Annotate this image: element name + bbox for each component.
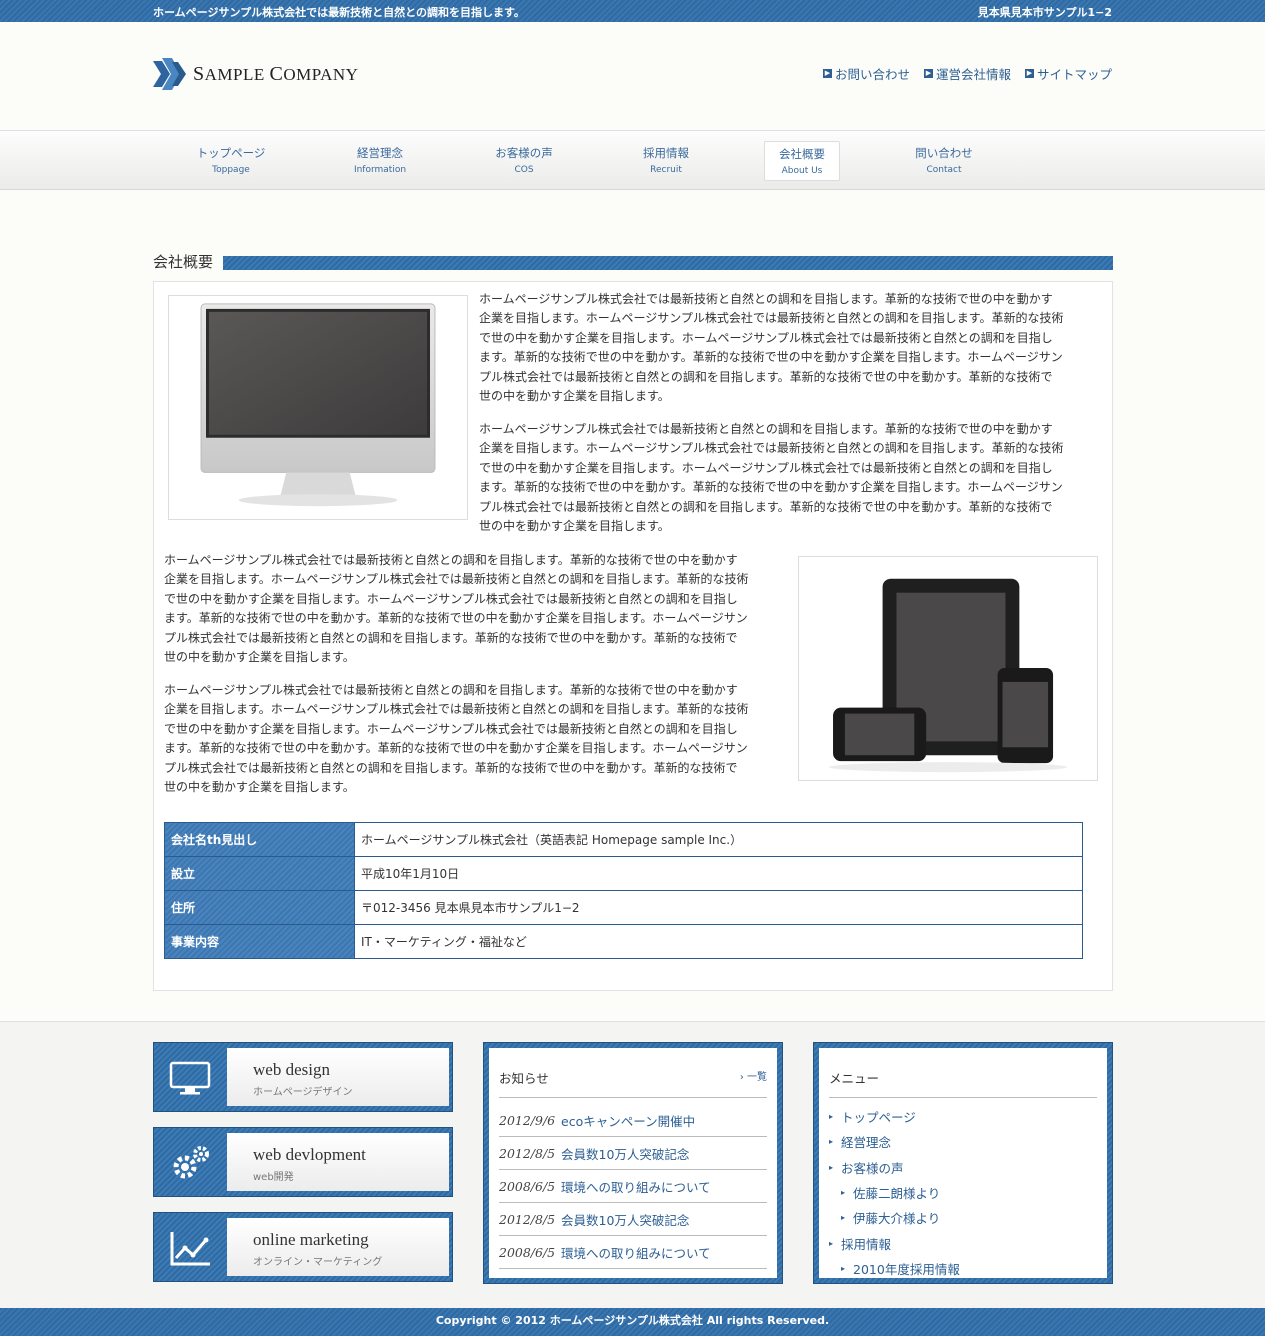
banner-web-design[interactable]: web design ホームページデザイン xyxy=(153,1042,453,1112)
news-panel-inner: お知らせ › 一覧 2012/9/6 ecoキャンペーン開催中 2012/8/5 会… xyxy=(489,1048,777,1278)
logo-text: SAMPLE COMPANY xyxy=(193,62,359,85)
arrow-icon: ▸ xyxy=(829,1137,834,1147)
text-block-4: ホームページサンプル株式会社では最新技術と自然との調和を目指します。革新的な技術… xyxy=(164,683,749,795)
banner-web-development[interactable]: web devlopment web開発 xyxy=(153,1127,453,1197)
banner-label: online marketing オンライン・マーケティング xyxy=(227,1218,449,1276)
top-bar: ホームページサンプル株式会社では最新技術と自然との調和を目指します。 見本県見本… xyxy=(0,0,1265,22)
menu-panel-inner: メニュー ▸ トップページ ▸ 経営理念 ▸ お客様の声 ▸ 佐藤二朗様より ▸ 伊藤大介… xyxy=(819,1048,1107,1278)
banner-label: web design ホームページデザイン xyxy=(227,1048,449,1106)
arrow-icon: ▸ xyxy=(841,1188,846,1198)
banner-label: web devlopment web開発 xyxy=(227,1133,449,1191)
monitor-icon xyxy=(169,1061,211,1095)
menu-item-voices[interactable]: ▸ お客様の声 xyxy=(829,1155,1097,1180)
main-nav: トップページ Toppage 経営理念 Information お客様の声 COS 採… xyxy=(0,130,1265,190)
arrow-icon: ▸ xyxy=(829,1238,834,1248)
menu-item-recruit[interactable]: ▸ 採用情報 xyxy=(829,1230,1097,1255)
chart-icon xyxy=(170,1232,210,1266)
nav-item-recruit[interactable]: 採用情報 Recruit xyxy=(628,141,704,181)
arrow-icon: ▶ xyxy=(822,69,832,78)
news-more-link[interactable]: › 一覧 xyxy=(740,1068,767,1083)
table-header-cell: 事業内容 xyxy=(164,924,355,959)
table-row: 住所 〒012-3456 見本県見本市サンプル1−2 xyxy=(164,890,1083,925)
header-address: 見本県見本市サンプル1−2 xyxy=(977,6,1112,19)
logo-chevron-icon xyxy=(153,58,186,90)
gears-icon xyxy=(173,1146,209,1179)
menu-subitem-recruit-2010[interactable]: ▸ 2010年度採用情報 xyxy=(829,1256,1097,1281)
section-heading: 会社概要 xyxy=(153,250,1113,272)
menu-item-toppage[interactable]: ▸ トップページ xyxy=(829,1104,1097,1129)
arrow-icon: ▸ xyxy=(829,1112,834,1122)
text-block-2: ホームページサンプル株式会社では最新技術と自然との調和を目指します。革新的な技術… xyxy=(479,422,1064,534)
menu-title: メニュー xyxy=(829,1058,1097,1098)
table-cell: IT・マーケティング・福祉など xyxy=(354,924,1083,959)
table-row: 会社名th見出し ホームページサンプル株式会社（英語表記 Homepage sam… xyxy=(164,822,1083,857)
table-header-cell: 設立 xyxy=(164,856,355,891)
devices-illustration xyxy=(829,578,1067,773)
news-panel: お知らせ › 一覧 2012/9/6 ecoキャンペーン開催中 2012/8/5 会… xyxy=(483,1042,783,1284)
table-header-cell: 会社名th見出し xyxy=(164,822,355,857)
table-cell: ホームページサンプル株式会社（英語表記 Homepage sample Inc.… xyxy=(354,822,1083,857)
monitor-illustration xyxy=(200,303,436,507)
news-item[interactable]: 2012/9/6 ecoキャンペーン開催中 xyxy=(499,1104,767,1137)
nav-item-toppage[interactable]: トップページ Toppage xyxy=(193,141,269,181)
menu-subitem-ito[interactable]: ▸ 伊藤大介様より xyxy=(829,1205,1097,1230)
news-item[interactable]: 2012/8/5 会員数10万人突破記念 xyxy=(499,1203,767,1236)
nav-item-information[interactable]: 経営理念 Information xyxy=(342,141,418,181)
site-logo[interactable]: SAMPLE COMPANY xyxy=(153,58,358,90)
table-row: 設立 平成10年1月10日 xyxy=(164,856,1083,891)
menu-item-philosophy[interactable]: ▸ 経営理念 xyxy=(829,1129,1097,1154)
arrow-icon: ▸ xyxy=(841,1263,846,1273)
devices-image xyxy=(798,556,1098,781)
heading-bar xyxy=(223,256,1113,270)
footer-copyright: Copyright © 2012 ホームページサンプル株式会社 All righ… xyxy=(0,1308,1265,1336)
page-title: 会社概要 xyxy=(153,252,214,271)
nav-item-about[interactable]: 会社概要 About Us xyxy=(764,141,840,181)
monitor-image xyxy=(168,295,468,520)
nav-item-cos[interactable]: お客様の声 COS xyxy=(486,141,562,181)
text-block-3: ホームページサンプル株式会社では最新技術と自然との調和を目指します。革新的な技術… xyxy=(164,553,749,665)
tagline: ホームページサンプル株式会社では最新技術と自然との調和を目指します。 xyxy=(153,6,525,19)
menu-panel: メニュー ▸ トップページ ▸ 経営理念 ▸ お客様の声 ▸ 佐藤二朗様より ▸ 伊藤大介… xyxy=(813,1042,1113,1284)
nav-item-contact[interactable]: 問い合わせ Contact xyxy=(906,141,982,181)
table-header-cell: 住所 xyxy=(164,890,355,925)
arrow-icon: ▶ xyxy=(1024,69,1034,78)
table-cell: 〒012-3456 見本県見本市サンプル1−2 xyxy=(354,890,1083,925)
menu-subitem-sato[interactable]: ▸ 佐藤二朗様より xyxy=(829,1180,1097,1205)
arrow-icon: › xyxy=(739,1072,747,1083)
news-item[interactable]: 2008/6/5 環境への取り組みについて xyxy=(499,1236,767,1269)
header-link-contact[interactable]: ▶ お問い合わせ xyxy=(822,64,910,83)
arrow-icon: ▸ xyxy=(829,1162,834,1172)
news-title: お知らせ xyxy=(499,1058,767,1098)
header-links: ▶ お問い合わせ ▶ 運営会社情報 ▶ サイトマップ xyxy=(822,64,1112,83)
banner-online-marketing[interactable]: online marketing オンライン・マーケティング xyxy=(153,1212,453,1282)
text-block-1: ホームページサンプル株式会社では最新技術と自然との調和を目指します。革新的な技術… xyxy=(479,292,1064,404)
arrow-icon: ▶ xyxy=(923,69,933,78)
news-item[interactable]: 2008/6/5 環境への取り組みについて xyxy=(499,1170,767,1203)
news-item[interactable]: 2012/8/5 会員数10万人突破記念 xyxy=(499,1137,767,1170)
company-info-table: 会社名th見出し ホームページサンプル株式会社（英語表記 Homepage sam… xyxy=(164,822,1083,959)
table-cell: 平成10年1月10日 xyxy=(354,856,1083,891)
table-row: 事業内容 IT・マーケティング・福祉など xyxy=(164,924,1083,959)
header-link-company[interactable]: ▶ 運営会社情報 xyxy=(923,64,1011,83)
header-link-sitemap[interactable]: ▶ サイトマップ xyxy=(1024,64,1112,83)
arrow-icon: ▸ xyxy=(841,1213,846,1223)
